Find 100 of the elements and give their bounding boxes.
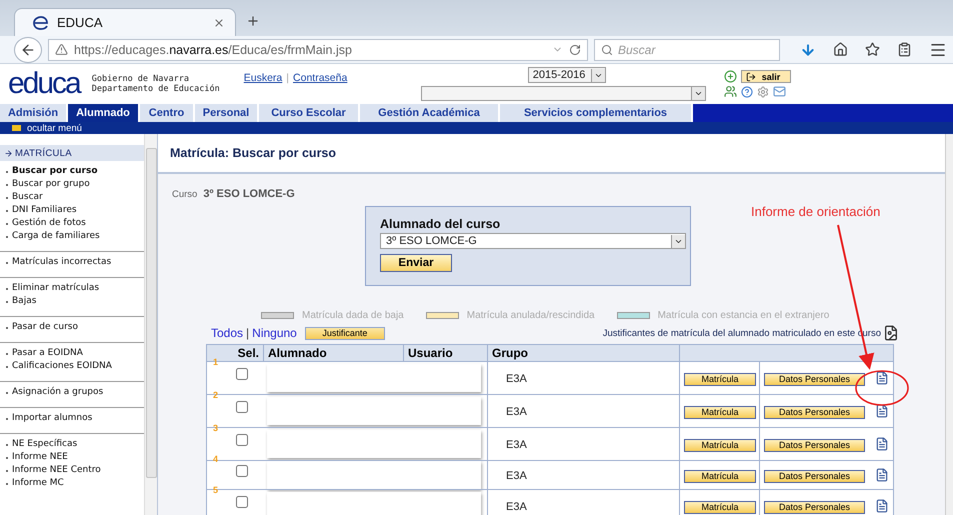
report-icon[interactable]	[875, 468, 889, 482]
new-tab-icon[interactable]	[246, 14, 260, 28]
row-number: 3	[213, 423, 220, 433]
back-button[interactable]	[14, 36, 42, 62]
sidebar-item[interactable]: Bajas	[0, 295, 144, 308]
sidebar-item[interactable]: Gestión de fotos	[0, 217, 144, 230]
report-icon[interactable]	[875, 404, 889, 418]
address-field[interactable]: https://educages.navarra.es/Educa/es/frmMain.jsp	[48, 38, 588, 60]
form-title: Alumnado del curso	[380, 217, 502, 231]
close-icon[interactable]	[213, 16, 225, 28]
add-icon[interactable]	[724, 70, 737, 83]
row-checkbox[interactable]	[236, 434, 248, 446]
arrow-icon	[4, 148, 13, 158]
receipt-button[interactable]: Justificante	[304, 326, 385, 340]
center-select[interactable]	[420, 86, 706, 101]
star-icon[interactable]	[865, 42, 880, 57]
course-label: Curso	[172, 189, 198, 200]
pdf-icon[interactable]	[883, 325, 899, 341]
hide-menu-link[interactable]: ocultar menú	[27, 122, 82, 134]
table-cell: E3A	[506, 406, 527, 418]
report-icon[interactable]	[875, 370, 889, 385]
table-cell: E3A	[506, 439, 527, 451]
menu-tab[interactable]: Curso Escolar	[259, 104, 360, 122]
caret-icon	[694, 89, 703, 98]
organization-name: Gobierno de Navarra	[92, 74, 190, 84]
scrollbar[interactable]	[144, 134, 157, 515]
sidebar-item[interactable]: Matrículas incorrectas	[0, 256, 144, 269]
educa-logo: educa	[8, 69, 80, 99]
menu-tab[interactable]: Gestión Académica	[360, 104, 500, 122]
sidebar-item[interactable]: Carga de familiares	[0, 230, 144, 243]
course-select[interactable]: 3º ESO LOMCE-G	[380, 233, 686, 249]
sidebar-item[interactable]: Pasar a EOIDNA	[0, 347, 144, 360]
sidebar-item[interactable]: Informe NEE Centro	[0, 464, 144, 477]
page-title: Matrícula: Buscar por curso	[170, 146, 338, 160]
logout-button[interactable]: salir	[740, 70, 792, 83]
sidebar-item[interactable]: Buscar por curso	[0, 165, 144, 178]
row-checkbox[interactable]	[236, 496, 248, 508]
enrollment-button[interactable]: Matrícula	[684, 438, 756, 452]
personal-data-button[interactable]: Datos Personales	[764, 406, 865, 418]
enrollment-button[interactable]: Matrícula	[684, 500, 756, 514]
sidebar-item[interactable]: Importar alumnos	[0, 412, 144, 425]
personal-data-button[interactable]: Datos Personales	[764, 500, 865, 514]
enrollment-button[interactable]: Matrícula	[684, 406, 756, 418]
reload-icon[interactable]	[569, 44, 581, 56]
row-number: 5	[213, 485, 220, 495]
clipboard-icon[interactable]	[897, 42, 912, 57]
enrollment-button[interactable]: Matrícula	[684, 470, 756, 482]
column-header: Usuario	[404, 344, 488, 362]
menu-tab[interactable]: Servicios complementarios	[500, 104, 693, 122]
sidebar-item[interactable]: DNI Familiares	[0, 204, 144, 217]
report-icon[interactable]	[875, 498, 889, 513]
highlight-ellipse	[855, 370, 909, 406]
select-all-link[interactable]: Todos	[211, 326, 244, 340]
help-icon[interactable]	[740, 86, 753, 98]
sidebar-item[interactable]: Calificaciones EOIDNA	[0, 360, 144, 373]
row-number: 2	[213, 390, 220, 400]
menu-tab[interactable]: Personal	[195, 104, 259, 122]
legend-label: Matrícula con estancia en el extranjero	[658, 310, 830, 321]
settings-icon[interactable]	[756, 86, 769, 98]
report-icon[interactable]	[875, 436, 889, 451]
submit-button[interactable]: Enviar	[380, 254, 452, 272]
home-icon[interactable]	[833, 42, 848, 57]
sidebar-item[interactable]: Asignación a grupos	[0, 386, 144, 399]
sidebar-item[interactable]: Informe NEE	[0, 451, 144, 464]
column-header: Alumnado	[264, 344, 404, 362]
menu-tab[interactable]: Centro	[140, 104, 195, 122]
header-link[interactable]: Contraseña	[293, 72, 348, 84]
enrollment-button[interactable]: Matrícula	[684, 372, 756, 386]
legend-label: Matrícula dada de baja	[302, 310, 404, 321]
header-link[interactable]: Euskera	[244, 72, 282, 84]
row-checkbox[interactable]	[236, 401, 248, 413]
row-checkbox[interactable]	[236, 465, 248, 477]
sidebar-item[interactable]: Buscar	[0, 191, 144, 204]
table-cell: E3A	[506, 470, 527, 482]
users-icon[interactable]	[724, 85, 737, 98]
sidebar-item[interactable]: Pasar de curso	[0, 321, 144, 334]
sidebar-item[interactable]: Informe MC	[0, 477, 144, 490]
scrollbar[interactable]	[945, 134, 953, 515]
warning-icon	[55, 43, 68, 56]
select-none-link[interactable]: Ninguno	[252, 326, 297, 340]
table-cell: E3A	[506, 373, 527, 385]
browser-tab[interactable]: EDUCA	[14, 8, 236, 36]
mail-icon[interactable]	[772, 85, 786, 98]
exit-icon	[746, 72, 756, 82]
sidebar-item[interactable]: Buscar por grupo	[0, 178, 144, 191]
back-icon	[20, 42, 36, 58]
personal-data-button[interactable]: Datos Personales	[764, 470, 865, 482]
sidebar-item[interactable]: Eliminar matrículas	[0, 282, 144, 295]
menu-tab[interactable]: Alumnado	[68, 104, 140, 122]
year-select[interactable]: 2015-2016	[528, 67, 606, 83]
sidebar-section[interactable]: MATRÍCULA	[0, 145, 144, 161]
logo-icon	[33, 16, 49, 30]
search-icon	[601, 44, 613, 56]
personal-data-button[interactable]: Datos Personales	[764, 438, 865, 452]
sidebar-item[interactable]: NE Específicas	[0, 438, 144, 451]
menu-tab[interactable]: Admisión	[0, 104, 68, 122]
personal-data-button[interactable]: Datos Personales	[764, 372, 865, 386]
organization-name: Departamento de Educación	[92, 84, 221, 94]
download-icon[interactable]	[800, 42, 816, 58]
row-checkbox[interactable]	[236, 368, 248, 380]
